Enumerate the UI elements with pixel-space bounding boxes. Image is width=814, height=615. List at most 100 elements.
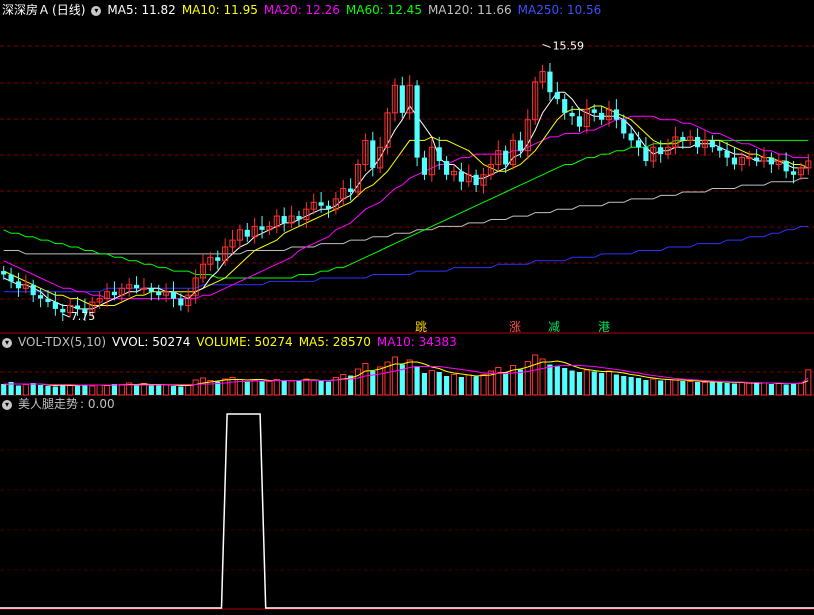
- candle: [783, 152, 789, 179]
- volume-bar: [170, 386, 177, 395]
- volume-value: VOLUME: 50274: [196, 335, 293, 349]
- volume-bar: [569, 370, 575, 395]
- volume-bar: [421, 373, 428, 395]
- volume-bar: [111, 384, 118, 395]
- volume-bar: [790, 384, 797, 395]
- candle: [613, 99, 619, 129]
- volume-bar: [163, 384, 170, 396]
- candle: [244, 222, 250, 242]
- volume-bar: [576, 372, 583, 395]
- signal-indicator-name[interactable]: 美人腿走势: [18, 397, 78, 411]
- collapse-icon[interactable]: ▾: [2, 399, 12, 410]
- volume-bar: [717, 382, 723, 395]
- candle: [348, 178, 354, 201]
- candle: [140, 277, 148, 296]
- candle-body: [170, 291, 177, 299]
- ma250-value: MA250: 10.56: [517, 3, 602, 17]
- candle: [569, 105, 575, 125]
- candle-body: [45, 298, 51, 303]
- volume-bar: [30, 383, 36, 395]
- volume-bar: [658, 380, 664, 395]
- ma5-value: MA5: 11.82: [107, 3, 176, 17]
- volume-bar: [599, 373, 605, 395]
- volume-ma5-value: MA5: 28570: [298, 335, 371, 349]
- volume-bar: [244, 381, 250, 395]
- volume-bar: [96, 384, 103, 396]
- volume-bar: [222, 378, 229, 396]
- volume-bar: [229, 377, 236, 396]
- candle: [22, 274, 29, 294]
- candle: [207, 252, 214, 272]
- candle-body: [318, 202, 324, 206]
- candle: [664, 138, 672, 160]
- candle: [281, 207, 287, 232]
- candle: [406, 75, 413, 120]
- volume-bar: [15, 385, 22, 395]
- volume-bar: [805, 369, 812, 396]
- volume-bar: [340, 374, 347, 396]
- volume-ma10-value: MA10: 34383: [376, 335, 457, 349]
- volume-bar: [724, 383, 730, 395]
- volume-bar: [192, 379, 199, 396]
- signal-panel-header: ▾ 美人腿走势: 0.00: [2, 395, 121, 413]
- candle: [259, 216, 265, 239]
- candle: [266, 221, 273, 235]
- volume-bar: [760, 382, 768, 396]
- candle: [340, 179, 347, 206]
- ma20-value: MA20: 12.26: [263, 3, 340, 17]
- candle: [754, 148, 760, 167]
- signal-polyline: [0, 413, 814, 609]
- ma5-line: [3, 91, 809, 310]
- candle: [170, 281, 177, 308]
- candle-body: [680, 136, 686, 141]
- candle-body: [790, 171, 797, 175]
- candle: [8, 267, 14, 289]
- volume-bar: [583, 369, 590, 396]
- candle-body: [111, 291, 118, 296]
- volume-bar: [775, 383, 782, 396]
- candle: [60, 303, 66, 321]
- volume-bar: [281, 380, 287, 395]
- min-price-label: 7.75: [71, 310, 96, 323]
- volume-bars: [1, 354, 812, 396]
- volume-bar: [178, 386, 184, 395]
- volume-bar: [406, 359, 413, 396]
- candle-body: [30, 284, 36, 296]
- volume-bar: [273, 379, 280, 396]
- ma120-line: [3, 177, 809, 255]
- candle: [724, 142, 730, 167]
- candle-body: [731, 157, 738, 165]
- candle: [384, 107, 391, 155]
- stock-name: 深深房Ａ: [2, 3, 51, 17]
- collapse-icon[interactable]: ▾: [2, 337, 12, 348]
- candle: [1, 265, 7, 280]
- candle: [126, 277, 133, 297]
- period-label: (日线): [52, 3, 86, 17]
- candle: [199, 253, 207, 284]
- volume-indicator-name[interactable]: VOL-TDX(5,10): [18, 335, 106, 349]
- candle: [576, 107, 583, 132]
- volume-bar: [60, 384, 66, 395]
- volume-bar: [687, 381, 694, 396]
- candle-body: [503, 150, 509, 165]
- candle: [731, 147, 738, 170]
- candle-body: [591, 109, 597, 113]
- volume-bar: [148, 385, 154, 395]
- candle: [156, 284, 162, 301]
- candle: [273, 209, 280, 234]
- candle: [236, 224, 243, 249]
- collapse-icon[interactable]: ▾: [91, 5, 102, 16]
- candle: [325, 200, 332, 218]
- volume-bar: [377, 366, 384, 396]
- candle-body: [746, 157, 753, 160]
- candle: [562, 93, 568, 120]
- event-tag: 减: [548, 320, 560, 334]
- candle: [458, 162, 464, 191]
- candle-body: [244, 229, 250, 237]
- candle-body: [473, 174, 479, 186]
- candle-body: [643, 147, 649, 162]
- candle-body: [658, 147, 664, 155]
- volume-bar: [746, 382, 753, 396]
- ma10-value: MA10: 11.95: [181, 3, 258, 17]
- candle: [532, 76, 539, 125]
